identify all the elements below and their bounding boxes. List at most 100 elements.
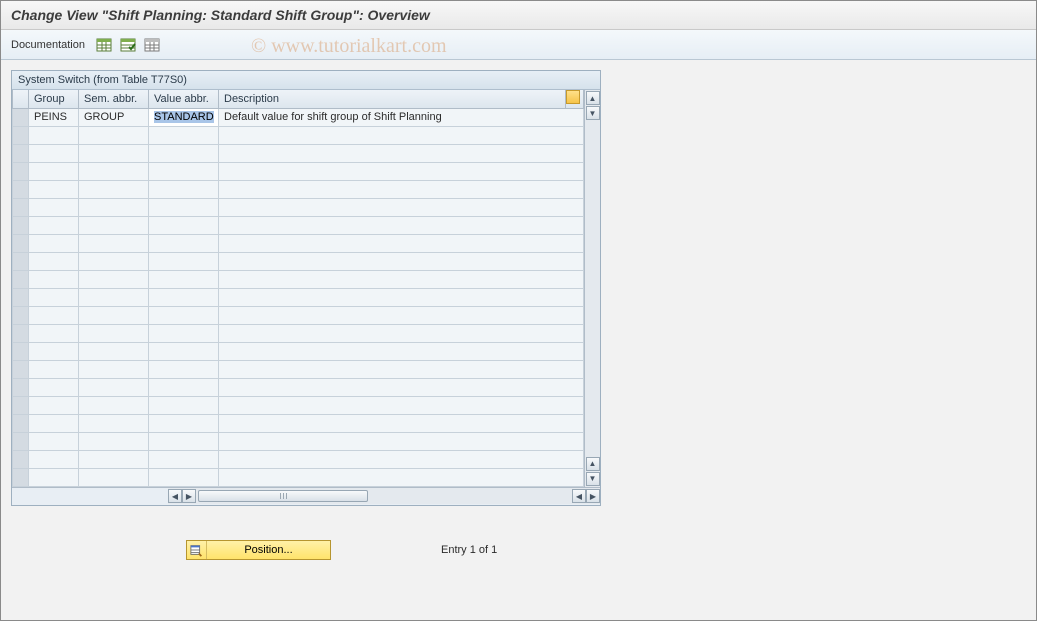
- table-plain-icon: [144, 37, 160, 53]
- cell-value-abbr[interactable]: [149, 270, 219, 288]
- row-selector[interactable]: [13, 306, 29, 324]
- row-selector[interactable]: [13, 450, 29, 468]
- scroll-right-arrow-2-icon[interactable]: ▶: [586, 489, 600, 503]
- cell-sem-abbr: [79, 324, 149, 342]
- cell-value-abbr[interactable]: [149, 342, 219, 360]
- cell-description: [219, 234, 584, 252]
- cell-description: [219, 306, 584, 324]
- table-row[interactable]: [13, 306, 584, 324]
- row-selector[interactable]: [13, 270, 29, 288]
- toolbar-icon-1[interactable]: [95, 36, 113, 54]
- table-row[interactable]: [13, 342, 584, 360]
- grid-wrap: Group Sem. abbr. Value abbr. Description…: [12, 90, 600, 487]
- table-row[interactable]: [13, 378, 584, 396]
- cell-sem-abbr: [79, 126, 149, 144]
- toolbar-icon-2[interactable]: [119, 36, 137, 54]
- scroll-down-arrow-2-icon[interactable]: ▼: [586, 472, 600, 486]
- cell-value-abbr[interactable]: [149, 288, 219, 306]
- table-row[interactable]: [13, 126, 584, 144]
- cell-group: [29, 432, 79, 450]
- cell-value-abbr[interactable]: [149, 432, 219, 450]
- cell-value-abbr[interactable]: [149, 180, 219, 198]
- table-row[interactable]: [13, 414, 584, 432]
- cell-group: [29, 234, 79, 252]
- vscroll-track[interactable]: [585, 121, 600, 456]
- cell-value-abbr[interactable]: [149, 396, 219, 414]
- row-selector[interactable]: [13, 342, 29, 360]
- documentation-button[interactable]: Documentation: [11, 39, 85, 51]
- row-selector[interactable]: [13, 378, 29, 396]
- scroll-up-arrow-2-icon[interactable]: ▲: [586, 457, 600, 471]
- configure-columns-button[interactable]: [566, 90, 584, 108]
- cell-value-abbr[interactable]: [149, 324, 219, 342]
- cell-description: [219, 450, 584, 468]
- scroll-up-arrow-icon[interactable]: ▲: [586, 91, 600, 105]
- row-selector[interactable]: [13, 216, 29, 234]
- row-selector[interactable]: [13, 360, 29, 378]
- col-header-description[interactable]: Description: [219, 90, 566, 108]
- data-grid: Group Sem. abbr. Value abbr. Description…: [12, 90, 584, 487]
- table-row[interactable]: [13, 288, 584, 306]
- table-row[interactable]: [13, 450, 584, 468]
- cell-value-abbr[interactable]: STANDARD: [149, 108, 219, 126]
- table-row[interactable]: [13, 396, 584, 414]
- system-switch-panel: System Switch (from Table T77S0): [11, 70, 601, 506]
- cell-value-abbr[interactable]: [149, 378, 219, 396]
- horizontal-scrollbar[interactable]: ◀ ▶ ◀ ▶: [168, 488, 600, 504]
- cell-value-abbr[interactable]: [149, 234, 219, 252]
- col-header-sem-abbr[interactable]: Sem. abbr.: [79, 90, 149, 108]
- vertical-scrollbar[interactable]: ▲ ▼ ▲ ▼: [584, 90, 600, 487]
- cell-description: [219, 216, 584, 234]
- table-row[interactable]: [13, 144, 584, 162]
- row-selector[interactable]: [13, 396, 29, 414]
- table-row[interactable]: [13, 360, 584, 378]
- table-row[interactable]: [13, 216, 584, 234]
- table-row[interactable]: [13, 252, 584, 270]
- row-selector[interactable]: [13, 162, 29, 180]
- row-selector[interactable]: [13, 198, 29, 216]
- cell-value-abbr[interactable]: [149, 198, 219, 216]
- cell-value-abbr[interactable]: [149, 252, 219, 270]
- scroll-down-arrow-icon[interactable]: ▼: [586, 106, 600, 120]
- cell-value-abbr[interactable]: [149, 450, 219, 468]
- table-row[interactable]: [13, 234, 584, 252]
- row-selector[interactable]: [13, 252, 29, 270]
- table-row[interactable]: [13, 324, 584, 342]
- cell-value-abbr[interactable]: [149, 126, 219, 144]
- row-selector[interactable]: [13, 288, 29, 306]
- cell-value-abbr[interactable]: [149, 414, 219, 432]
- table-row[interactable]: [13, 432, 584, 450]
- row-selector[interactable]: [13, 324, 29, 342]
- cell-value-abbr[interactable]: [149, 468, 219, 486]
- cell-value-abbr[interactable]: [149, 216, 219, 234]
- row-selector[interactable]: [13, 126, 29, 144]
- row-selector[interactable]: [13, 234, 29, 252]
- row-selector[interactable]: [13, 432, 29, 450]
- row-selector-header[interactable]: [13, 90, 29, 108]
- cell-value-abbr[interactable]: [149, 144, 219, 162]
- row-selector[interactable]: [13, 180, 29, 198]
- position-button[interactable]: Position...: [186, 540, 331, 560]
- col-header-group[interactable]: Group: [29, 90, 79, 108]
- cell-value-abbr[interactable]: [149, 360, 219, 378]
- row-selector[interactable]: [13, 108, 29, 126]
- col-header-value-abbr[interactable]: Value abbr.: [149, 90, 219, 108]
- table-row[interactable]: [13, 468, 584, 486]
- row-selector[interactable]: [13, 414, 29, 432]
- table-row[interactable]: [13, 270, 584, 288]
- scroll-left-arrow-icon[interactable]: ◀: [168, 489, 182, 503]
- cell-sem-abbr: [79, 180, 149, 198]
- table-row[interactable]: PEINSGROUPSTANDARDDefault value for shif…: [13, 108, 584, 126]
- scroll-right-arrow-icon[interactable]: ▶: [182, 489, 196, 503]
- toolbar-icon-3[interactable]: [143, 36, 161, 54]
- title-bar: Change View "Shift Planning: Standard Sh…: [1, 1, 1036, 30]
- row-selector[interactable]: [13, 468, 29, 486]
- row-selector[interactable]: [13, 144, 29, 162]
- table-row[interactable]: [13, 198, 584, 216]
- table-row[interactable]: [13, 180, 584, 198]
- hscroll-thumb[interactable]: [198, 490, 368, 502]
- scroll-left-arrow-2-icon[interactable]: ◀: [572, 489, 586, 503]
- table-row[interactable]: [13, 162, 584, 180]
- cell-value-abbr[interactable]: [149, 162, 219, 180]
- cell-value-abbr[interactable]: [149, 306, 219, 324]
